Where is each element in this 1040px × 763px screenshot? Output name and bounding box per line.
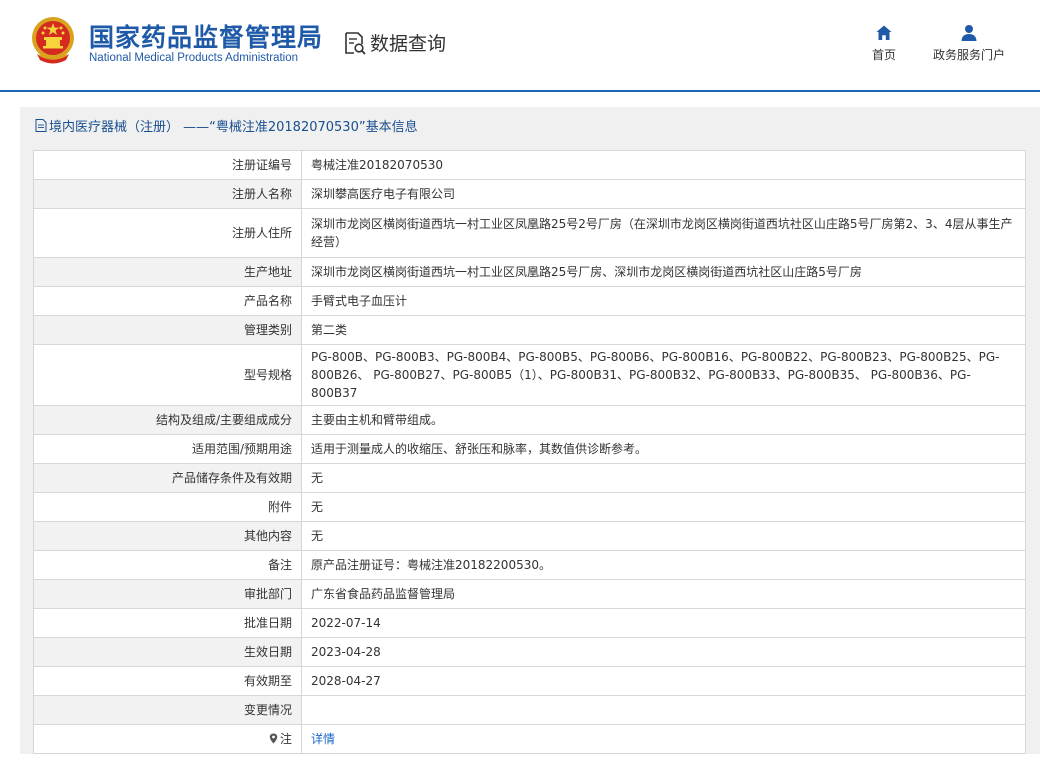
field-label: 管理类别 — [33, 315, 302, 345]
field-value-cell: 详情 — [301, 724, 1026, 754]
detail-table-body: 注册证编号 粤械注准20182070530 注册人名称 深圳攀高医疗电子有限公司… — [33, 150, 1026, 754]
table-row: 适用范围/预期用途 适用于测量成人的收缩压、舒张压和脉率，其数值供诊断参考。 — [33, 434, 1026, 464]
field-label: 注 — [279, 732, 292, 746]
field-label: 型号规格 — [33, 344, 302, 406]
field-value: 深圳攀高医疗电子有限公司 — [301, 179, 1026, 209]
field-value: 第二类 — [301, 315, 1026, 345]
panel-title-text: 境内医疗器械（注册） ——“粤械注准20182070530”基本信息 — [49, 120, 418, 135]
table-row: 其他内容 无 — [33, 521, 1026, 551]
table-row: 注册人名称 深圳攀高医疗电子有限公司 — [33, 179, 1026, 209]
field-label: 产品名称 — [33, 286, 302, 316]
header-divider — [0, 90, 1040, 92]
field-value: 2023-04-28 — [301, 637, 1026, 667]
table-row: 结构及组成/主要组成成分 主要由主机和臂带组成。 — [33, 405, 1026, 435]
nav-home-link[interactable]: 首页 — [862, 24, 906, 63]
field-label: 注册证编号 — [33, 150, 302, 180]
field-label: 有效期至 — [33, 666, 302, 696]
table-row: 生效日期 2023-04-28 — [33, 637, 1026, 667]
table-row: 批准日期 2022-07-14 — [33, 608, 1026, 638]
field-label: 审批部门 — [33, 579, 302, 609]
data-query-title: 数据查询 — [370, 33, 447, 55]
field-value: 无 — [301, 521, 1026, 551]
data-query-heading: 数据查询 — [342, 29, 446, 56]
table-row: 注册证编号 粤械注准20182070530 — [33, 150, 1026, 180]
table-row: 审批部门 广东省食品药品监督管理局 — [33, 579, 1026, 609]
field-label: 附件 — [33, 492, 302, 522]
table-row: 备注 原产品注册证号：粤械注准20182200530。 — [33, 550, 1026, 580]
field-value — [301, 695, 1026, 725]
field-label: 结构及组成/主要组成成分 — [33, 405, 302, 435]
site-header: 国家药品监督管理局 National Medical Products Admi… — [0, 0, 1040, 92]
table-row: 附件 无 — [33, 492, 1026, 522]
field-value: 无 — [301, 492, 1026, 522]
field-value: 适用于测量成人的收缩压、舒张压和脉率，其数值供诊断参考。 — [301, 434, 1026, 464]
field-value: 广东省食品药品监督管理局 — [301, 579, 1026, 609]
nav-home-label: 首页 — [871, 48, 896, 62]
table-row: 生产地址 深圳市龙岗区横岗街道西坑一村工业区凤凰路25号厂房、深圳市龙岗区横岗街… — [33, 257, 1026, 287]
field-label: 变更情况 — [33, 695, 302, 725]
home-icon — [876, 25, 892, 40]
document-search-icon — [345, 31, 366, 55]
user-icon — [961, 25, 977, 41]
table-row: 型号规格 PG-800B、PG-800B3、PG-800B4、PG-800B5、… — [33, 344, 1026, 406]
national-emblem-icon — [32, 17, 74, 64]
field-label: 适用范围/预期用途 — [33, 434, 302, 464]
field-value: 粤械注准20182070530 — [301, 150, 1026, 180]
table-row: 管理类别 第二类 — [33, 315, 1026, 345]
panel-title: 境内医疗器械（注册） ——“粤械注准20182070530”基本信息 — [35, 116, 418, 135]
field-label: 产品储存条件及有效期 — [33, 463, 302, 493]
agency-name-en: National Medical Products Administration — [89, 52, 299, 64]
field-label: 其他内容 — [33, 521, 302, 551]
agency-name-cn: 国家药品监督管理局 — [89, 23, 324, 52]
pin-icon — [269, 733, 278, 744]
field-label: 生产地址 — [33, 257, 302, 287]
field-label: 生效日期 — [33, 637, 302, 667]
field-value: 无 — [301, 463, 1026, 493]
note-label-cell: 注 — [33, 724, 302, 754]
nav-portal-label: 政务服务门户 — [932, 48, 1005, 62]
field-value: 2022-07-14 — [301, 608, 1026, 638]
table-row: 注 详情 — [33, 724, 1026, 754]
table-row: 注册人住所 深圳市龙岗区横岗街道西坑一村工业区凤凰路25号2号厂房（在深圳市龙岗… — [33, 208, 1026, 258]
field-value: 深圳市龙岗区横岗街道西坑一村工业区凤凰路25号2号厂房（在深圳市龙岗区横岗街道西… — [301, 208, 1026, 258]
table-row: 变更情况 — [33, 695, 1026, 725]
detail-table: 注册证编号 粤械注准20182070530 注册人名称 深圳攀高医疗电子有限公司… — [33, 150, 1026, 754]
field-value: 深圳市龙岗区横岗街道西坑一村工业区凤凰路25号厂房、深圳市龙岗区横岗街道西坑社区… — [301, 257, 1026, 287]
field-value: 2028-04-27 — [301, 666, 1026, 696]
field-label: 注册人住所 — [33, 208, 302, 258]
field-label: 备注 — [33, 550, 302, 580]
field-value: 手臂式电子血压计 — [301, 286, 1026, 316]
detail-table-wrapper: 注册证编号 粤械注准20182070530 注册人名称 深圳攀高医疗电子有限公司… — [33, 150, 1026, 754]
details-link[interactable]: 详情 — [311, 732, 335, 746]
field-label: 批准日期 — [33, 608, 302, 638]
table-row: 产品名称 手臂式电子血压计 — [33, 286, 1026, 316]
document-icon — [35, 119, 47, 132]
field-value: 原产品注册证号：粤械注准20182200530。 — [301, 550, 1026, 580]
nav-portal-link[interactable]: 政务服务门户 — [926, 24, 1012, 63]
field-value: 主要由主机和臂带组成。 — [301, 405, 1026, 435]
field-value: PG-800B、PG-800B3、PG-800B4、PG-800B5、PG-80… — [301, 344, 1026, 406]
field-label: 注册人名称 — [33, 179, 302, 209]
table-row: 产品储存条件及有效期 无 — [33, 463, 1026, 493]
table-row: 有效期至 2028-04-27 — [33, 666, 1026, 696]
